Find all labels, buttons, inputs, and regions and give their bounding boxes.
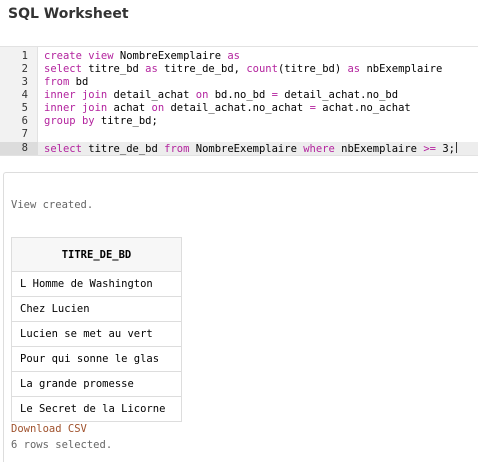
table-row: Chez Lucien <box>11 296 182 322</box>
keyword-token: create <box>44 50 82 62</box>
download-csv-link[interactable]: Download CSV <box>11 423 87 435</box>
code-text: group by titre_bd; <box>44 115 158 128</box>
table-cell: Pour qui sonne le glas <box>11 346 182 372</box>
table-cell: Le Secret de la Licorne <box>11 396 182 422</box>
code-token: titre_de_bd <box>81 143 165 155</box>
results-table: TITRE_DE_BD L Homme de Washington Chez Lu… <box>11 237 182 422</box>
code-token: titre_bd <box>81 63 146 75</box>
status-message: View created. <box>11 199 94 211</box>
line-number: 5 <box>21 102 28 114</box>
keyword-token: select <box>44 63 82 75</box>
table-cell: Chez Lucien <box>11 296 182 322</box>
keyword-token: inner <box>44 102 76 114</box>
keyword-token: count <box>246 63 278 75</box>
keyword-token: as <box>227 50 241 62</box>
code-token: detail_achat <box>107 89 196 101</box>
code-token: (titre_bd) <box>277 63 348 75</box>
code-token: NombreExemplaire <box>189 143 304 155</box>
code-line[interactable]: 6 group by titre_bd; <box>0 115 478 128</box>
keyword-token: on <box>195 89 209 101</box>
keyword-token: inner <box>44 89 76 101</box>
code-text: from bd <box>44 76 88 89</box>
code-token: titre_de_bd, <box>157 63 247 75</box>
keyword-token: view <box>88 50 114 62</box>
keyword-token: from <box>164 143 190 155</box>
code-token: 3; <box>436 143 455 155</box>
code-token: achat <box>107 102 152 114</box>
code-line[interactable]: 7 <box>0 128 478 141</box>
keyword-token: group <box>44 115 76 127</box>
keyword-token: where <box>303 143 335 155</box>
keyword-token: as <box>145 63 158 75</box>
code-text: create view NombreExemplaire as <box>44 50 240 63</box>
keyword-token: from <box>44 76 70 88</box>
table-cell: Lucien se met au vert <box>11 321 182 347</box>
code-token: nbExemplaire <box>360 63 443 75</box>
sql-editor[interactable]: 1 create view NombreExemplaire as 2 select … <box>0 46 478 156</box>
keyword-token: by <box>81 115 95 127</box>
column-header: TITRE_DE_BD <box>11 237 182 272</box>
code-token: bd <box>69 76 89 88</box>
line-number: 2 <box>21 63 28 75</box>
text-cursor <box>455 142 457 153</box>
table-row: L Homme de Washington <box>11 271 182 297</box>
line-number: 7 <box>21 128 28 140</box>
table-row: Pour qui sonne le glas <box>11 346 182 372</box>
code-token: nbExemplaire <box>334 143 424 155</box>
page-title: SQL Worksheet <box>8 6 129 22</box>
table-cell: La grande promesse <box>11 371 182 397</box>
keyword-token: on <box>151 102 165 114</box>
code-token: titre_bd; <box>94 115 158 127</box>
code-line[interactable]: 2 select titre_bd as titre_de_bd, count(t… <box>0 63 478 76</box>
code-line[interactable]: 4 inner join detail_achat on bd.no_bd = d… <box>0 89 478 102</box>
results-table-body: L Homme de Washington Chez Lucien Lucien s… <box>11 271 182 422</box>
keyword-token: join <box>81 102 108 114</box>
line-number: 1 <box>21 50 28 62</box>
line-number: 3 <box>21 76 28 88</box>
code-line[interactable]: 5 inner join achat on detail_achat.no_ach… <box>0 102 478 115</box>
keyword-token: join <box>81 89 108 101</box>
code-token: achat.no_achat <box>315 102 411 114</box>
keyword-token: as <box>347 63 361 75</box>
code-line[interactable]: 1 create view NombreExemplaire as <box>0 50 478 63</box>
code-text: select titre_de_bd from NombreExemplaire… <box>44 142 457 156</box>
code-text: select titre_bd as titre_de_bd, count(ti… <box>44 63 442 76</box>
table-cell: L Homme de Washington <box>11 271 182 297</box>
code-text: inner join detail_achat on bd.no_bd = de… <box>44 89 398 102</box>
line-number: 4 <box>21 89 28 101</box>
keyword-token: >= <box>423 143 436 155</box>
code-line[interactable]: 8 select titre_de_bd from NombreExemplair… <box>0 142 478 155</box>
code-line[interactable]: 3 from bd <box>0 76 478 89</box>
code-token: bd.no_bd <box>208 89 272 101</box>
code-text: inner join achat on detail_achat.no_acha… <box>44 102 411 115</box>
code-token: detail_achat.no_bd <box>277 89 399 101</box>
worksheet-header: SQL Worksheet <box>0 0 478 40</box>
line-number: 8 <box>0 142 38 155</box>
table-row: Lucien se met au vert <box>11 321 182 347</box>
keyword-token: select <box>44 143 82 155</box>
code-token: NombreExemplaire <box>113 50 228 62</box>
table-header-row: TITRE_DE_BD <box>11 237 182 272</box>
table-row: La grande promesse <box>11 371 182 397</box>
code-token: detail_achat.no_achat <box>164 102 310 114</box>
line-number: 6 <box>21 115 28 127</box>
table-row: Le Secret de la Licorne <box>11 396 182 422</box>
rows-selected-text: 6 rows selected. <box>11 439 113 451</box>
